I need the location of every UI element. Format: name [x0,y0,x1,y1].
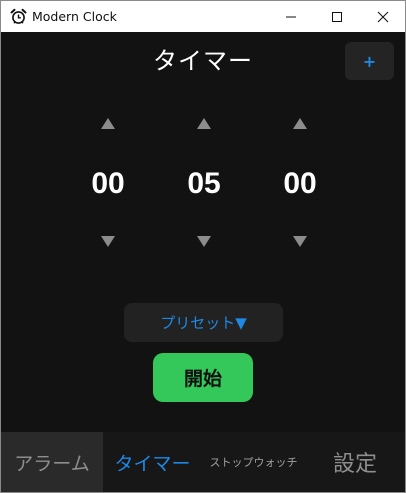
minutes-value[interactable]: 05 [164,166,244,202]
minutes-up-button[interactable] [189,113,219,133]
triangle-up-icon [293,117,307,129]
title-bar: Modern Clock [1,1,405,32]
maximize-button[interactable] [314,1,360,32]
hours-down-button[interactable] [93,231,123,251]
triangle-down-icon [101,235,115,247]
tab-settings[interactable]: 設定 [305,432,405,492]
hours-value[interactable]: 00 [68,166,148,202]
tab-timer[interactable]: タイマー [103,432,202,492]
seconds-value[interactable]: 00 [260,166,340,202]
close-button[interactable] [360,1,405,32]
window-title: Modern Clock [32,9,117,24]
triangle-up-icon [197,117,211,129]
preset-dropdown-button[interactable]: プリセット▼ [124,303,283,342]
triangle-down-icon [197,235,211,247]
timer-page: タイマー + 00 05 00 プリセット▼ 開始 [1,32,405,432]
alarm-clock-icon [10,8,27,25]
minutes-down-button[interactable] [189,231,219,251]
app-window: Modern Clock タイマー + 00 05 00 プリセット▼ 開始 ア… [0,0,406,493]
close-icon [377,11,389,23]
seconds-up-button[interactable] [285,113,315,133]
bottom-tab-bar: アラーム タイマー ストップウォッチ 設定 [1,432,405,492]
add-preset-button[interactable]: + [345,42,394,80]
triangle-down-icon [293,235,307,247]
start-button[interactable]: 開始 [153,353,253,402]
tab-alarm[interactable]: アラーム [1,432,103,492]
triangle-up-icon [101,117,115,129]
minimize-icon [285,11,297,23]
tab-stopwatch[interactable]: ストップウォッチ [202,432,305,492]
seconds-down-button[interactable] [285,231,315,251]
maximize-icon [331,11,343,23]
hours-up-button[interactable] [93,113,123,133]
minimize-button[interactable] [268,1,314,32]
